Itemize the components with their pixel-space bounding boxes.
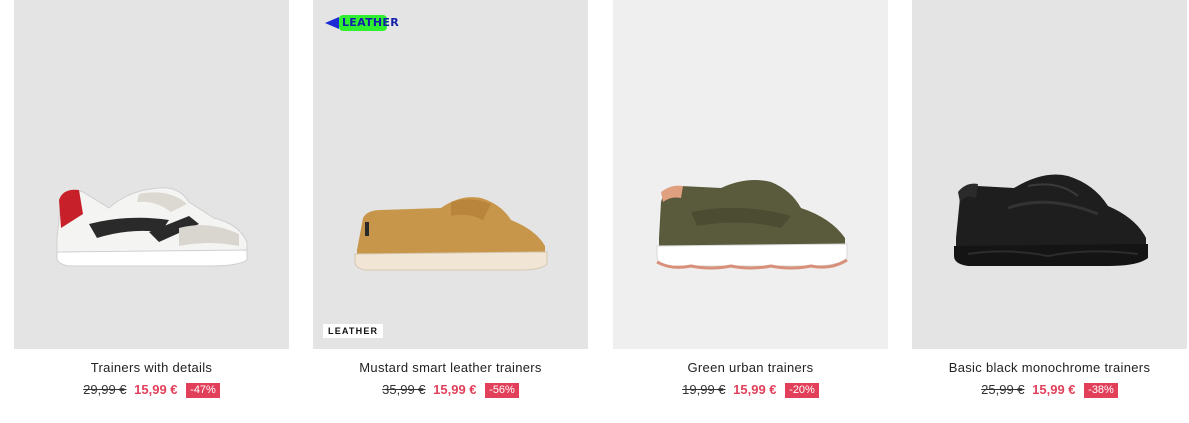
product-grid: Trainers with details 29,99 € 15,99 € -4…: [0, 0, 1189, 423]
leather-sticker-text: LEATHER: [342, 16, 399, 29]
megaphone-icon: [325, 17, 339, 29]
product-image[interactable]: [14, 0, 289, 349]
product-image[interactable]: LEATHER LEATHER: [313, 0, 588, 349]
black-trainer-icon: [954, 174, 1148, 266]
product-title[interactable]: Basic black monochrome trainers: [912, 360, 1187, 376]
discount-badge: -38%: [1084, 383, 1118, 398]
product-title[interactable]: Mustard smart leather trainers: [313, 360, 588, 376]
white-trainer-icon: [56, 187, 248, 267]
original-price: 19,99 €: [682, 382, 726, 397]
sale-price: 15,99 €: [1032, 382, 1076, 397]
discount-badge: -20%: [785, 383, 819, 398]
price-row: 29,99 € 15,99 € -47%: [14, 381, 289, 399]
product-card[interactable]: Trainers with details 29,99 € 15,99 € -4…: [14, 0, 289, 399]
mustard-shoe-icon: [354, 197, 548, 271]
product-card[interactable]: LEATHER LEATHER Mustard smart leather tr…: [313, 0, 588, 399]
original-price: 35,99 €: [382, 382, 426, 397]
discount-badge: -47%: [186, 383, 220, 398]
discount-badge: -56%: [485, 383, 519, 398]
product-title[interactable]: Trainers with details: [14, 360, 289, 376]
price-row: 35,99 € 15,99 € -56%: [313, 381, 588, 399]
sale-price: 15,99 €: [733, 382, 777, 397]
sale-price: 15,99 €: [134, 382, 178, 397]
product-title[interactable]: Green urban trainers: [613, 360, 888, 376]
product-image[interactable]: [613, 0, 888, 349]
product-card[interactable]: Green urban trainers 19,99 € 15,99 € -20…: [613, 0, 888, 399]
green-trainer-icon: [656, 180, 848, 270]
price-row: 25,99 € 15,99 € -38%: [912, 381, 1187, 399]
leather-tag: LEATHER: [323, 324, 384, 338]
original-price: 25,99 €: [981, 382, 1025, 397]
product-card[interactable]: Basic black monochrome trainers 25,99 € …: [912, 0, 1187, 399]
sale-price: 15,99 €: [433, 382, 477, 397]
original-price: 29,99 €: [83, 382, 127, 397]
leather-sticker-icon: LEATHER: [325, 15, 399, 31]
product-image[interactable]: [912, 0, 1187, 349]
price-row: 19,99 € 15,99 € -20%: [613, 381, 888, 399]
